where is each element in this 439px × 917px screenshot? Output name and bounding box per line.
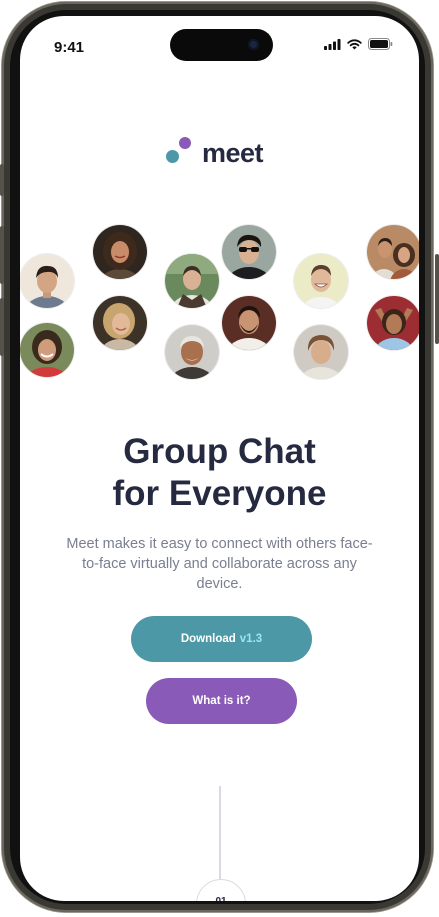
volume-up-button — [0, 226, 4, 284]
scroll-indicator-label: 01 — [215, 896, 226, 901]
logo-text: meet — [202, 138, 264, 168]
battery-icon — [368, 38, 393, 50]
version-badge: v1.3 — [239, 633, 263, 645]
logo-dot-teal — [166, 150, 179, 163]
hero-description: Meet makes it easy to connect with other… — [66, 536, 373, 592]
avatar-man-dark-hair — [20, 254, 74, 308]
avatar-woman-curly-hair — [93, 225, 147, 279]
status-time: 9:41 — [54, 39, 85, 56]
scroll-line — [219, 786, 221, 880]
avatar-man-sunglasses — [222, 225, 276, 279]
avatar-man-outdoors — [165, 254, 219, 308]
hero-title-line-2: for Everyone — [112, 474, 327, 513]
screen: 9:41 meet Group Chat for Everyone Meet m… — [20, 16, 419, 901]
download-button[interactable]: Download v1.3 — [131, 616, 312, 662]
download-button-label: Download — [180, 633, 236, 645]
logo-mark-icon — [166, 137, 196, 167]
what-is-it-button[interactable]: What is it? — [146, 678, 297, 724]
logo[interactable]: meet — [166, 137, 264, 168]
power-button — [435, 254, 439, 344]
volume-down-button — [0, 298, 4, 356]
camera-icon — [248, 39, 259, 50]
status-icons — [324, 38, 393, 50]
hero-title-line-1: Group Chat — [123, 432, 316, 471]
avatar-man-long-hair — [20, 323, 74, 377]
avatar-man-beard — [222, 296, 276, 350]
scroll-indicator[interactable]: 01 — [196, 879, 246, 901]
avatar-older-man — [165, 325, 219, 379]
what-is-it-label: What is it? — [192, 695, 251, 707]
dynamic-island — [170, 29, 273, 61]
avatar-man-smiling-yellow — [294, 254, 348, 308]
avatar-woman-blue-shirt — [367, 296, 419, 350]
action-button — [0, 164, 4, 196]
avatar-couple — [367, 225, 419, 279]
avatar-woman-blonde — [93, 296, 147, 350]
logo-dot-purple — [179, 137, 191, 149]
wifi-icon — [347, 38, 362, 49]
cellular-signal-icon — [324, 38, 341, 50]
avatar-young-man — [294, 325, 348, 379]
